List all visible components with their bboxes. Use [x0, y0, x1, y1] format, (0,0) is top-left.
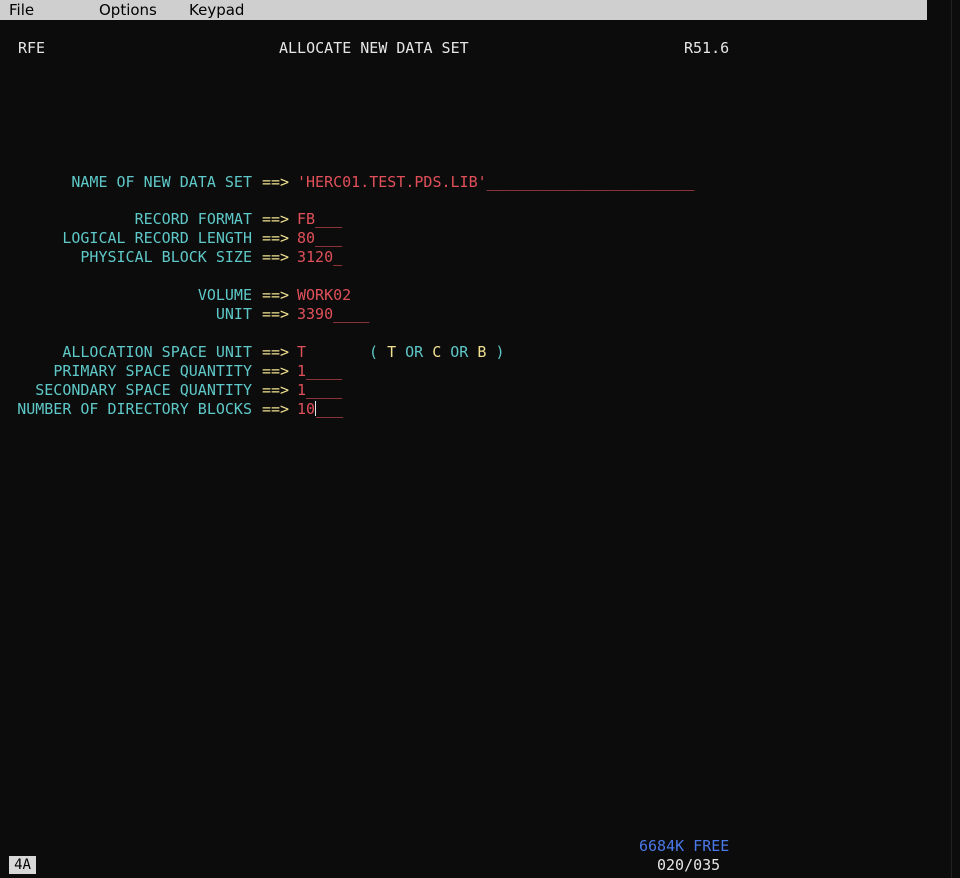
spaceunit-input[interactable]: T	[297, 343, 306, 362]
page-title: ALLOCATE NEW DATA SET	[279, 39, 469, 57]
dirblocks-arrow: ==>	[262, 400, 290, 418]
dsname-input[interactable]: 'HERC01.TEST.PDS.LIB'___________________…	[297, 173, 694, 192]
hint-b: B	[477, 343, 487, 361]
dirblocks-input[interactable]: 10___	[297, 400, 343, 419]
dsname-arrow: ==>	[262, 173, 290, 191]
header-app: RFE	[18, 39, 46, 57]
lrecl-arrow: ==>	[262, 229, 290, 247]
dirblocks-label: NUMBER OF DIRECTORY BLOCKS	[17, 400, 252, 418]
recfm-input[interactable]: FB___	[297, 210, 342, 229]
menu-bar: File Options Keypad	[0, 0, 927, 20]
cursor-position: 020/035	[657, 856, 721, 874]
hint-c: C	[432, 343, 442, 361]
hint-or-2: OR	[450, 343, 469, 361]
unit-arrow: ==>	[262, 305, 290, 323]
primary-label: PRIMARY SPACE QUANTITY	[53, 362, 252, 380]
hint-t: T	[387, 343, 397, 361]
lrecl-input[interactable]: 80___	[297, 229, 342, 248]
version-label: R51.6	[684, 39, 730, 57]
menu-keypad[interactable]: Keypad	[189, 1, 244, 19]
secondary-label: SECONDARY SPACE QUANTITY	[35, 381, 252, 399]
unit-label: UNIT	[215, 305, 252, 323]
volume-label: VOLUME	[197, 286, 252, 304]
menu-file[interactable]: File	[9, 1, 34, 19]
dirblocks-padding: ___	[316, 400, 344, 418]
menu-options[interactable]: Options	[99, 1, 157, 19]
recfm-label: RECORD FORMAT	[134, 210, 252, 228]
primary-arrow: ==>	[262, 362, 290, 380]
secondary-arrow: ==>	[262, 381, 290, 399]
secondary-input[interactable]: 1____	[297, 381, 342, 400]
hint-or-1: OR	[405, 343, 424, 361]
blksize-arrow: ==>	[262, 248, 290, 266]
primary-input[interactable]: 1____	[297, 362, 342, 381]
spaceunit-arrow: ==>	[262, 343, 290, 361]
window-edge	[951, 0, 960, 878]
unit-input[interactable]: 3390____	[297, 305, 369, 324]
hint-close: )	[495, 343, 505, 361]
spaceunit-label: ALLOCATION SPACE UNIT	[62, 343, 252, 361]
volume-arrow: ==>	[262, 286, 290, 304]
dirblocks-value: 10	[297, 400, 316, 418]
terminal-indicator: 4A	[9, 856, 36, 874]
recfm-arrow: ==>	[262, 210, 290, 228]
lrecl-label: LOGICAL RECORD LENGTH	[62, 229, 252, 247]
blksize-label: PHYSICAL BLOCK SIZE	[80, 248, 252, 266]
blksize-input[interactable]: 3120_	[297, 248, 342, 267]
spaceunit-hint: ( T OR C OR B )	[369, 343, 504, 362]
dsname-label: NAME OF NEW DATA SET	[71, 173, 252, 191]
free-storage: 6684K FREE	[639, 837, 730, 855]
hint-open: (	[369, 343, 379, 361]
volume-input[interactable]: WORK02	[297, 286, 351, 305]
